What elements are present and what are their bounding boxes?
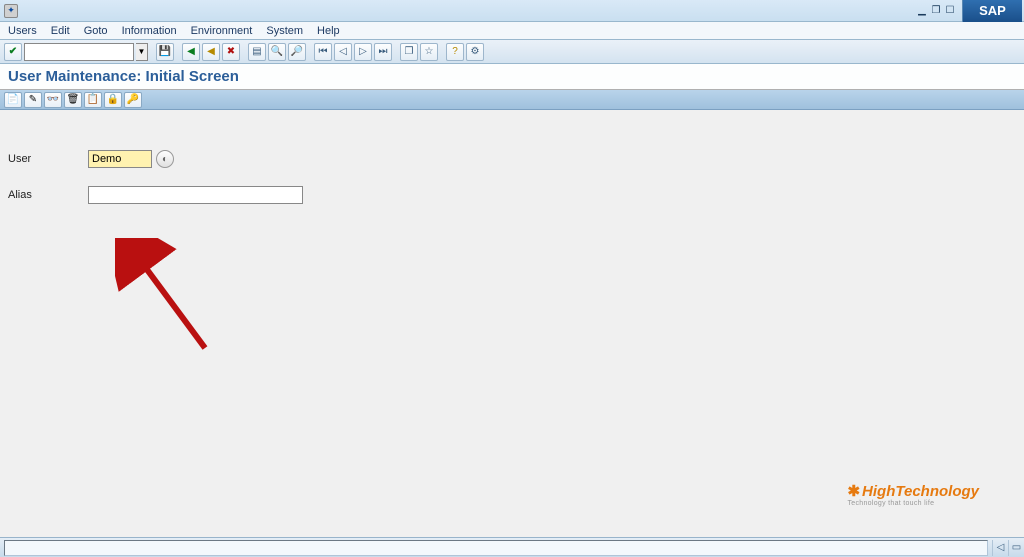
copy-icon[interactable]: 📋: [84, 92, 102, 108]
user-input[interactable]: [88, 150, 152, 168]
menu-goto[interactable]: Goto: [84, 25, 108, 37]
tcode-dropdown-icon[interactable]: ▼: [136, 43, 148, 61]
prev-page-icon[interactable]: ◁: [334, 43, 352, 61]
delete-icon[interactable]: 🗑: [64, 92, 82, 108]
enter-button[interactable]: ✔: [4, 43, 22, 61]
app-icon: ✦: [4, 4, 18, 18]
help-icon[interactable]: ?: [446, 43, 464, 61]
status-triangle-icon[interactable]: ◁: [992, 540, 1008, 556]
find-icon[interactable]: 🔍: [268, 43, 286, 61]
password-icon[interactable]: 🔑: [124, 92, 142, 108]
user-row: User ◐: [8, 148, 1016, 170]
content-area: User ◐ Alias ✱HighTechnology Technology …: [0, 110, 1024, 552]
menu-users[interactable]: Users: [8, 25, 37, 37]
window-titlebar: ✦ ▁ ❐ ☐ SAP: [0, 0, 1024, 22]
customize-icon[interactable]: ⚙: [466, 43, 484, 61]
page-title: User Maintenance: Initial Screen: [0, 64, 1024, 90]
menu-system[interactable]: System: [266, 25, 303, 37]
create-shortcut-icon[interactable]: ☆: [420, 43, 438, 61]
tcode-input[interactable]: [24, 43, 134, 61]
next-page-icon[interactable]: ▷: [354, 43, 372, 61]
cancel-icon[interactable]: ✖: [222, 43, 240, 61]
status-menu-icon[interactable]: ▭: [1008, 540, 1024, 556]
sap-logo: SAP: [962, 0, 1022, 22]
menubar: Users Edit Goto Information Environment …: [0, 22, 1024, 40]
minimize-icon[interactable]: ▁: [916, 5, 928, 17]
maximize-icon[interactable]: ☐: [944, 5, 956, 17]
alias-label: Alias: [8, 189, 88, 201]
save-icon[interactable]: 💾: [156, 43, 174, 61]
application-toolbar: 📄 ✎ 👓 🗑 📋 🔒 🔑: [0, 90, 1024, 110]
last-page-icon[interactable]: ⏭: [374, 43, 392, 61]
watermark-star-icon: ✱: [847, 483, 860, 500]
menu-information[interactable]: Information: [122, 25, 177, 37]
menu-edit[interactable]: Edit: [51, 25, 70, 37]
restore-icon[interactable]: ❐: [930, 5, 942, 17]
standard-toolbar: ✔ ▼ 💾 ◀ ◀ ✖ ▤ 🔍 🔎 ⏮ ◁ ▷ ⏭ ❐ ☆ ? ⚙: [0, 40, 1024, 64]
sap-logo-text: SAP: [979, 3, 1006, 18]
alias-input[interactable]: [88, 186, 303, 204]
user-label: User: [8, 153, 88, 165]
alias-row: Alias: [8, 184, 1016, 206]
exit-icon[interactable]: ◀: [202, 43, 220, 61]
new-session-icon[interactable]: ❐: [400, 43, 418, 61]
back-icon[interactable]: ◀: [182, 43, 200, 61]
print-icon[interactable]: ▤: [248, 43, 266, 61]
f4-search-help-icon[interactable]: ◐: [156, 150, 174, 168]
watermark-name: HighTechnology: [862, 483, 979, 500]
display-icon[interactable]: 👓: [44, 92, 62, 108]
statusbar: ◁ ▭: [0, 537, 1024, 557]
page-title-text: User Maintenance: Initial Screen: [8, 68, 239, 85]
watermark-logo: ✱HighTechnology Technology that touch li…: [847, 482, 979, 507]
first-page-icon[interactable]: ⏮: [314, 43, 332, 61]
lock-icon[interactable]: 🔒: [104, 92, 122, 108]
change-icon[interactable]: ✎: [24, 92, 42, 108]
watermark-tagline: Technology that touch life: [847, 500, 979, 507]
menu-environment[interactable]: Environment: [191, 25, 253, 37]
create-icon[interactable]: 📄: [4, 92, 22, 108]
titlebar-left: ✦: [0, 4, 914, 18]
arrow-annotation: [115, 238, 225, 358]
status-message: [4, 540, 988, 556]
menu-help[interactable]: Help: [317, 25, 340, 37]
find-next-icon[interactable]: 🔎: [288, 43, 306, 61]
